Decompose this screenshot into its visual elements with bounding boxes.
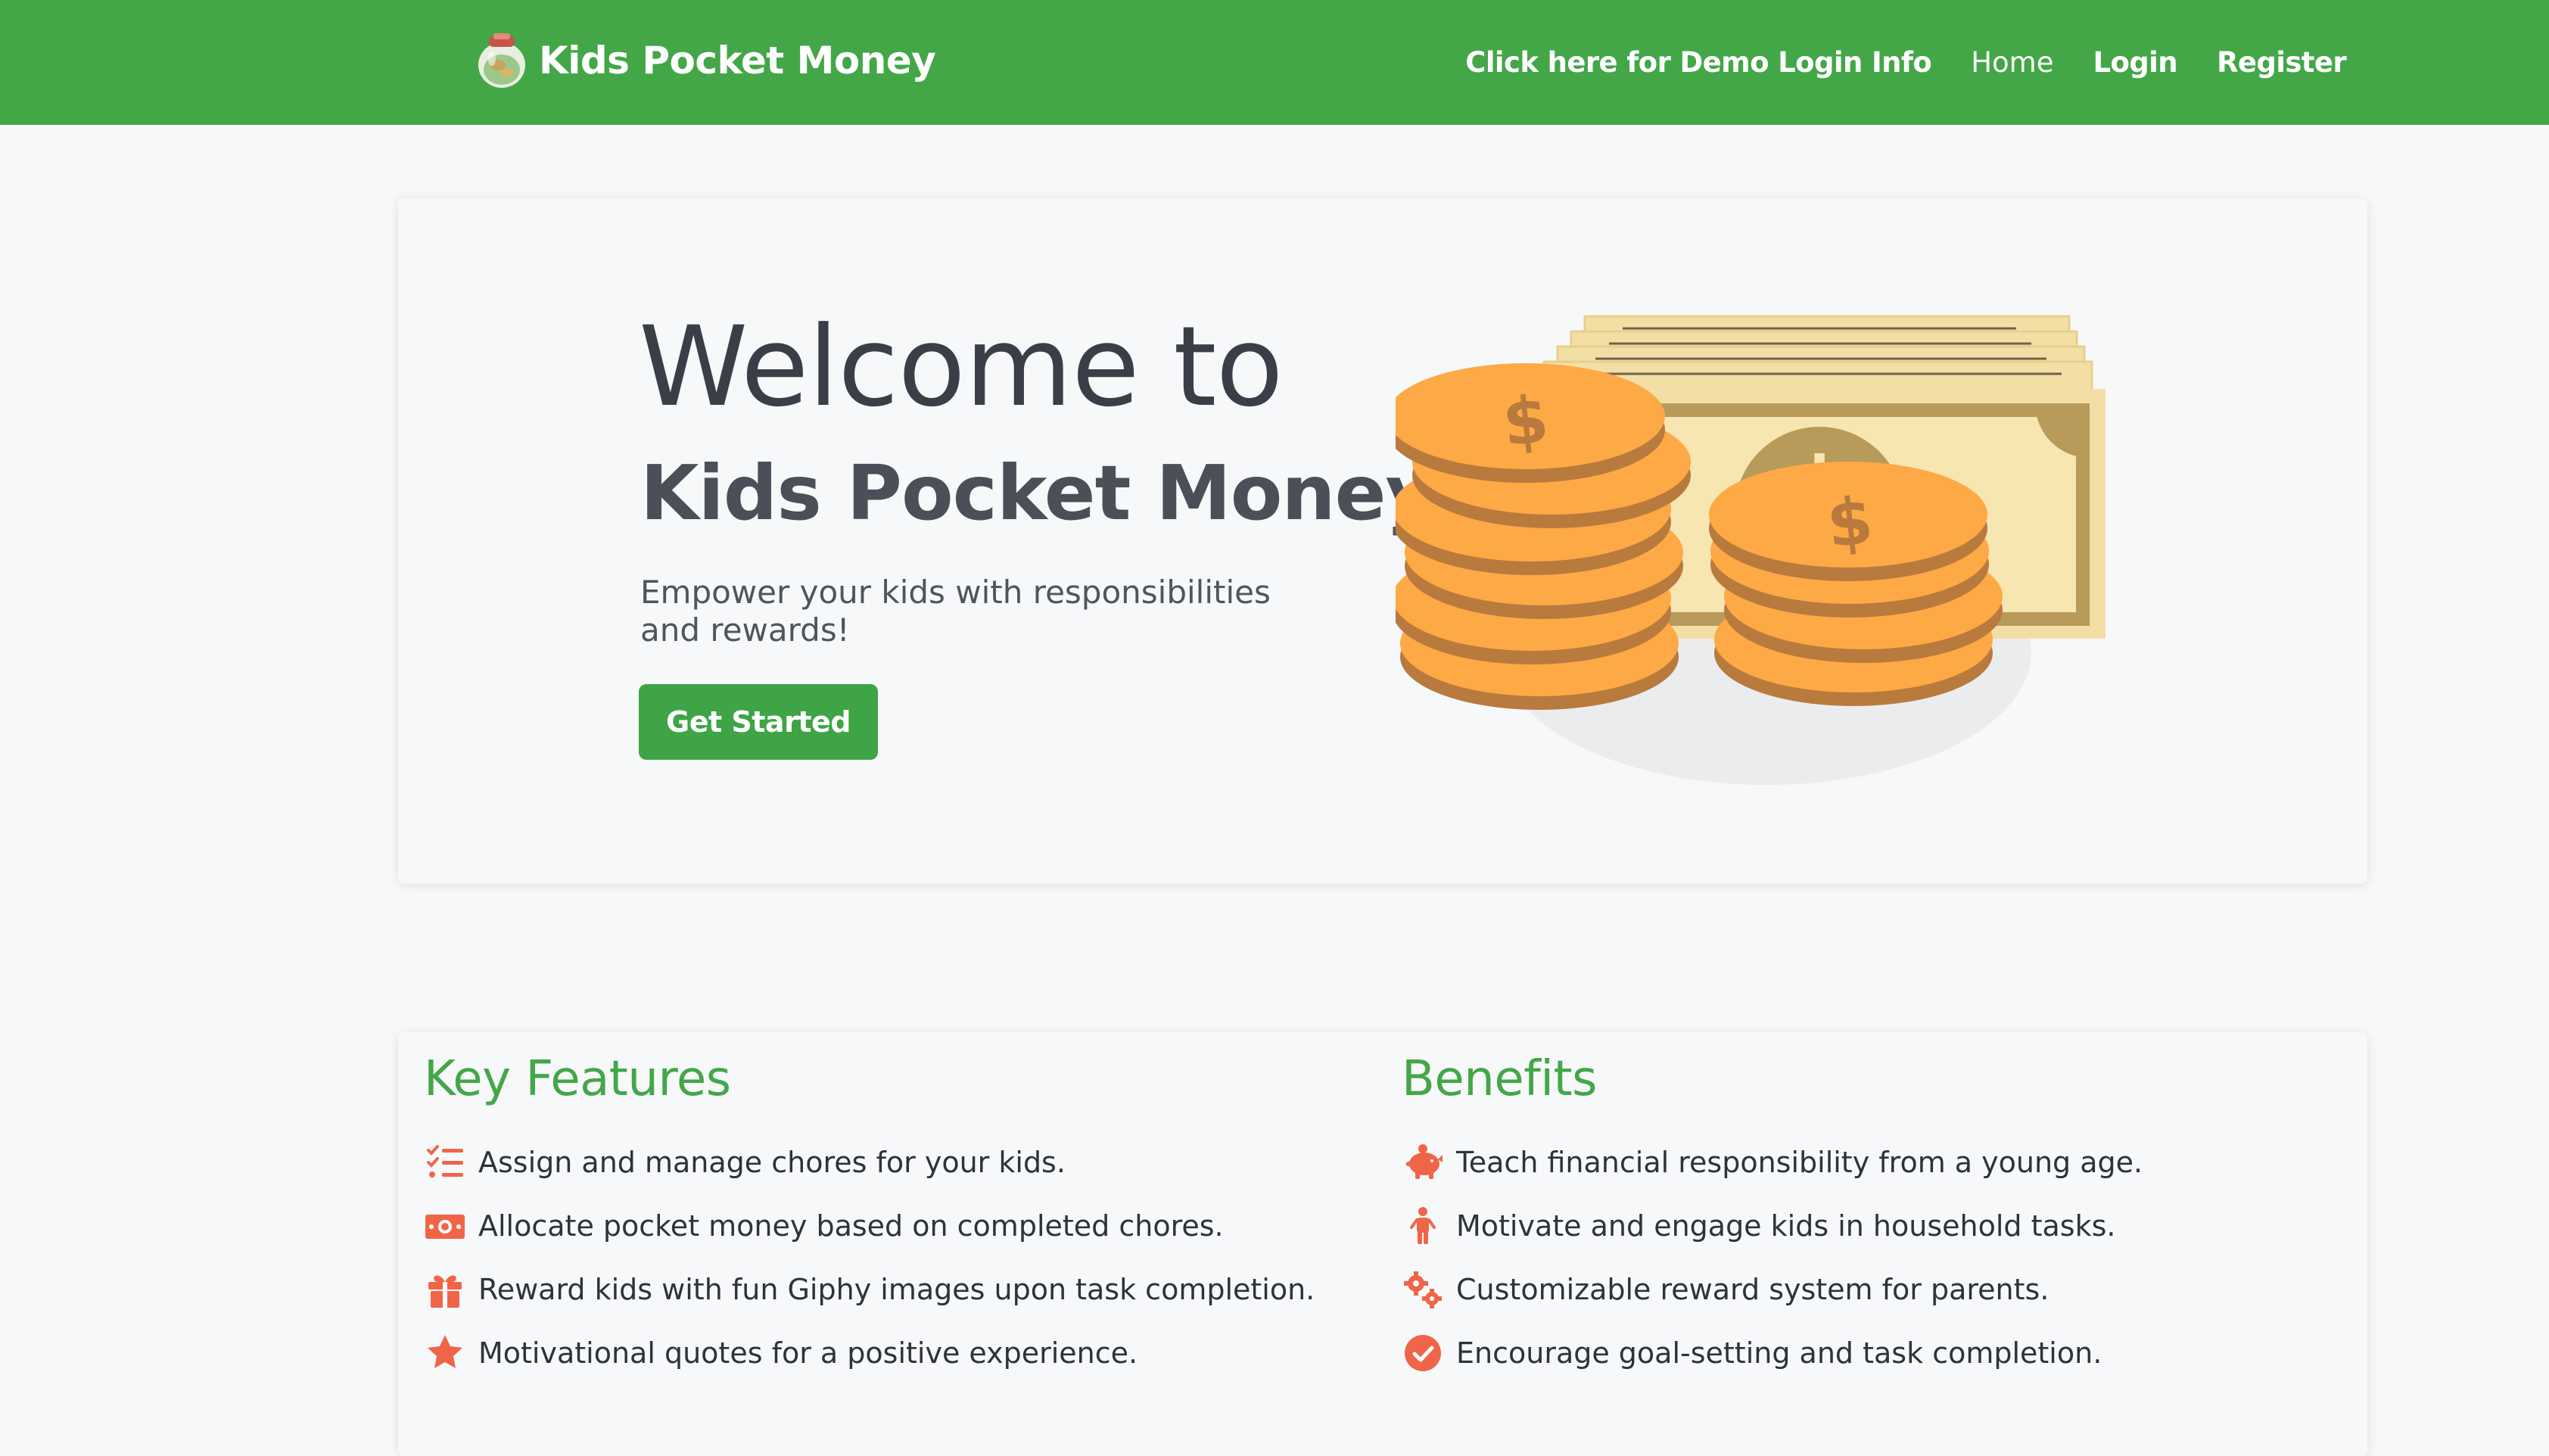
- nav-demo-login-info[interactable]: Click here for Demo Login Info: [1465, 46, 1932, 79]
- nav-home[interactable]: Home: [1971, 46, 2053, 79]
- key-features-list: Assign and manage chores for your kids. …: [424, 1131, 1370, 1385]
- key-features-title: Key Features: [424, 1051, 731, 1107]
- benefit-text: Customizable reward system for parents.: [1456, 1273, 2049, 1306]
- list-item: Allocate pocket money based on completed…: [424, 1194, 1370, 1258]
- list-item: Assign and manage chores for your kids.: [424, 1131, 1370, 1194]
- child-icon: [1410, 1207, 1436, 1244]
- feature-text: Motivational quotes for a positive exper…: [478, 1336, 1138, 1370]
- get-started-button[interactable]: Get Started: [639, 684, 878, 760]
- hero-card: Welcome to Kids Pocket Money Empower you…: [398, 198, 2367, 884]
- money-illustration: $ $ $: [1396, 315, 2105, 786]
- list-check-icon: [427, 1145, 463, 1178]
- nav-register[interactable]: Register: [2217, 46, 2347, 79]
- list-item: Motivate and engage kids in household ta…: [1402, 1194, 2348, 1258]
- benefits-title: Benefits: [1402, 1051, 1597, 1107]
- feature-text: Assign and manage chores for your kids.: [478, 1146, 1066, 1179]
- piggy-bank-icon: [1406, 1144, 1443, 1179]
- hero-subtitle: Kids Pocket Money: [640, 449, 1435, 537]
- navbar: Kids Pocket Money Click here for Demo Lo…: [0, 0, 2549, 125]
- nav-login[interactable]: Login: [2093, 46, 2177, 79]
- svg-text:$: $: [1823, 483, 1876, 563]
- benefit-text: Teach financial responsibility from a yo…: [1456, 1146, 2143, 1179]
- gift-icon: [428, 1275, 462, 1308]
- list-item: Customizable reward system for parents.: [1402, 1258, 2348, 1321]
- svg-text:$: $: [1499, 381, 1552, 462]
- brand-name: Kids Pocket Money: [539, 39, 936, 82]
- list-item: Teach financial responsibility from a yo…: [1402, 1131, 2348, 1194]
- hero-lead-text: Empower your kids with responsibilities …: [640, 574, 1271, 649]
- money-bill-icon: [425, 1215, 465, 1239]
- nav-links: Click here for Demo Login Info Home Logi…: [1465, 39, 2346, 85]
- gears-icon: [1404, 1271, 1442, 1308]
- benefit-text: Motivate and engage kids in household ta…: [1456, 1209, 2116, 1243]
- star-icon: [428, 1335, 462, 1368]
- feature-text: Allocate pocket money based on completed…: [478, 1209, 1224, 1243]
- check-circle-icon: [1405, 1335, 1441, 1371]
- list-item: Motivational quotes for a positive exper…: [424, 1321, 1370, 1385]
- list-item: Reward kids with fun Giphy images upon t…: [424, 1258, 1370, 1321]
- benefits-column: Benefits Teach financial responsibility …: [1402, 1055, 2348, 1385]
- brand-link[interactable]: Kids Pocket Money: [475, 30, 936, 91]
- benefit-text: Encourage goal-setting and task completi…: [1456, 1336, 2102, 1370]
- features-card: Key Features Assign and manage chores fo…: [398, 1032, 2367, 1456]
- benefits-list: Teach financial responsibility from a yo…: [1402, 1131, 2348, 1385]
- key-features-column: Key Features Assign and manage chores fo…: [424, 1055, 1370, 1385]
- hero-title: Welcome to: [639, 303, 1284, 431]
- list-item: Encourage goal-setting and task completi…: [1402, 1321, 2348, 1385]
- money-jar-logo-icon: [478, 33, 525, 88]
- feature-text: Reward kids with fun Giphy images upon t…: [478, 1273, 1315, 1306]
